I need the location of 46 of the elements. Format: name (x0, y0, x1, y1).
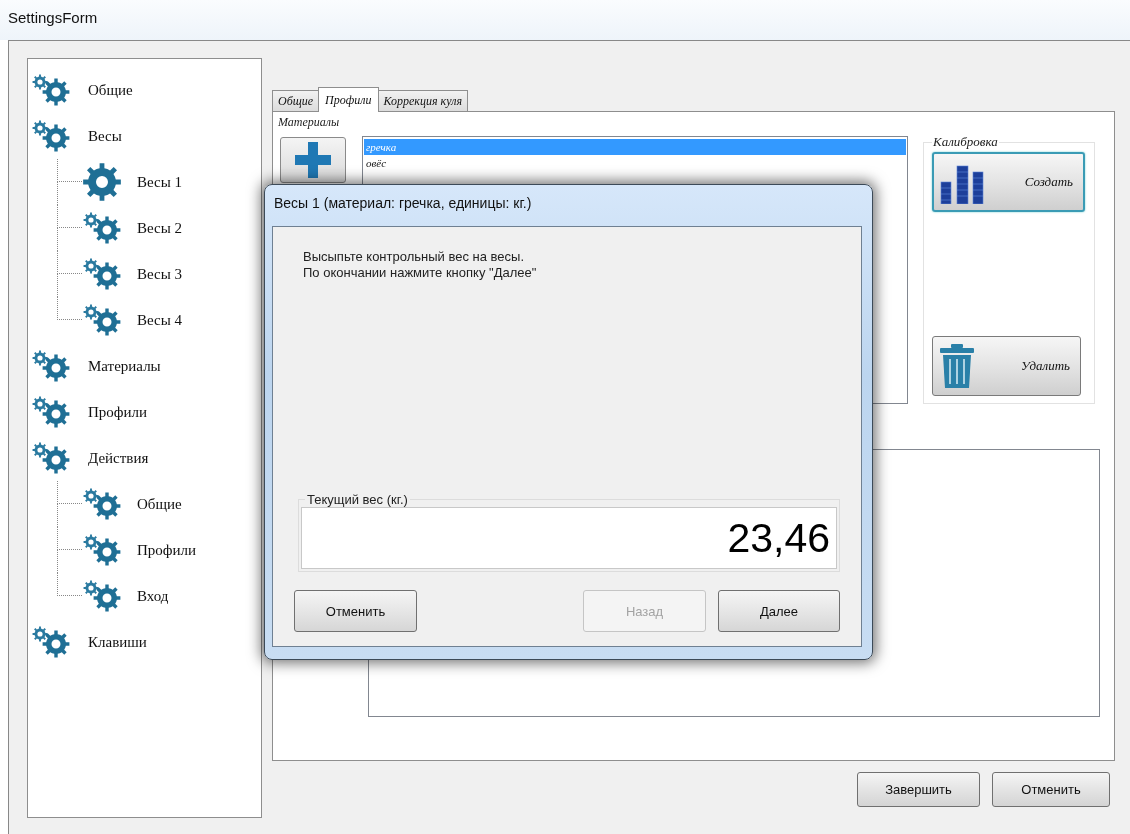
tree-item[interactable]: Действия (31, 435, 261, 481)
footer-button[interactable]: Отменить (992, 772, 1110, 807)
gears-icon (82, 580, 122, 612)
tree-item[interactable]: Клавиши (31, 619, 261, 665)
tree-item[interactable]: Весы (31, 113, 261, 159)
gears-icon (31, 626, 71, 658)
gears-icon (31, 442, 71, 474)
gears-icon (31, 350, 71, 382)
gears-icon (82, 258, 122, 290)
tree-item[interactable]: Общие (82, 481, 184, 527)
window-title: SettingsForm (8, 9, 98, 26)
tab[interactable]: Коррекция куля (377, 90, 468, 111)
tree-item[interactable]: Материалы (31, 343, 261, 389)
dialog-button[interactable]: Далее (718, 590, 840, 632)
create-button[interactable]: Создать (932, 152, 1085, 212)
tree-item[interactable]: Профили (82, 527, 199, 573)
trash-icon (939, 344, 975, 388)
tab[interactable]: Профили (318, 87, 379, 112)
gears-icon (82, 488, 122, 520)
gears-icon (82, 212, 122, 244)
tree-item[interactable]: Весы 3 (82, 251, 185, 297)
instruction-text: Высыпьте контрольный вес на весы. По окончании нажмите кнопку "Далее" (303, 249, 538, 281)
gears-icon (31, 74, 71, 106)
plus-icon (293, 140, 333, 180)
dialog-button[interactable]: Отменить (294, 590, 417, 632)
list-item[interactable]: овёс (364, 155, 906, 171)
add-button[interactable] (280, 137, 346, 183)
group-label: Калибровка (932, 134, 999, 150)
tree-item[interactable]: Весы 1 (82, 159, 185, 205)
gears-icon (31, 120, 71, 152)
delete-button[interactable]: Удалить (932, 336, 1081, 396)
gears-icon (82, 534, 122, 566)
gears-icon (82, 304, 122, 336)
tree-item[interactable]: Общие (31, 67, 261, 113)
tree-item[interactable]: Весы 4 (82, 297, 185, 343)
tree-item[interactable]: Профили (31, 389, 261, 435)
weight-readout: 23,46 (301, 507, 837, 569)
section-label: Материалы (278, 115, 341, 131)
group-label: Текущий вес (кг.) (306, 492, 409, 507)
gear-icon (82, 162, 122, 202)
tree-item[interactable]: Вход (82, 573, 171, 619)
tab[interactable]: Общие (272, 90, 320, 111)
gears-icon (31, 396, 71, 428)
tree-item[interactable]: Весы 2 (82, 205, 185, 251)
footer-button[interactable]: Завершить (857, 772, 980, 807)
dialog-title: Весы 1 (материал: гречка, единицы: кг.) (273, 194, 533, 213)
